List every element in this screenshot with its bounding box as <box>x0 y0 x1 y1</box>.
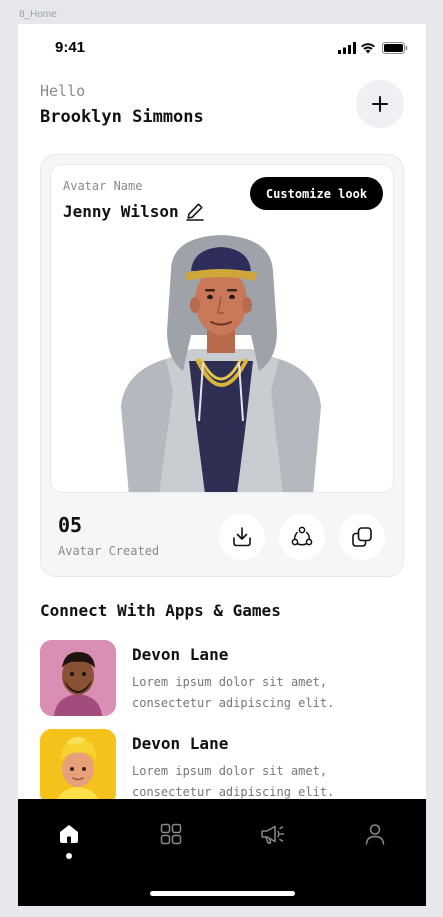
avatar-count: 05 <box>58 513 83 537</box>
list-item-title: Devon Lane <box>132 645 229 664</box>
avatar-card: Avatar Name Jenny Wilson Customize look <box>40 154 404 577</box>
share-icon <box>291 526 313 546</box>
avatar-preview: Avatar Name Jenny Wilson Customize look <box>50 164 394 493</box>
bottom-nav <box>18 799 426 906</box>
avatar-count-label: Avatar Created <box>58 544 160 558</box>
pencil-icon[interactable] <box>185 201 205 221</box>
avatar-name-row: Jenny Wilson <box>63 201 205 221</box>
grid-icon <box>160 823 182 845</box>
copy-button[interactable] <box>339 514 385 560</box>
signal-icon <box>338 42 356 54</box>
user-name: Brooklyn Simmons <box>40 107 204 127</box>
active-indicator <box>66 853 72 859</box>
plus-icon <box>372 96 388 112</box>
status-time: 9:41 <box>55 39 86 56</box>
avatar-thumbnail-image <box>40 640 116 716</box>
copy-icon <box>352 527 372 547</box>
list-item-description: Lorem ipsum dolor sit amet, consectetur … <box>132 764 335 799</box>
share-button[interactable] <box>279 514 325 560</box>
download-icon <box>233 527 251 547</box>
home-screen: 9:41 Hello Brooklyn Simmons Avatar Name <box>18 24 426 906</box>
app-thumbnail <box>40 729 116 805</box>
list-item-title: Devon Lane <box>132 734 229 753</box>
nav-home[interactable] <box>55 820 83 848</box>
greeting-hello: Hello <box>40 82 86 100</box>
nav-announcements[interactable] <box>259 820 287 848</box>
nav-profile[interactable] <box>361 820 389 848</box>
avatar-name-label: Avatar Name <box>63 179 143 193</box>
section-title: Connect With Apps & Games <box>40 601 281 620</box>
home-indicator <box>150 891 295 896</box>
profile-icon <box>365 824 385 845</box>
home-icon <box>60 825 78 843</box>
megaphone-icon <box>261 825 285 844</box>
wifi-icon <box>361 43 375 54</box>
customize-look-button[interactable]: Customize look <box>250 177 383 210</box>
status-bar: 9:41 <box>18 24 426 72</box>
avatar-image <box>121 235 321 492</box>
add-button[interactable] <box>356 80 404 128</box>
avatar-thumbnail-image <box>40 729 116 805</box>
frame-label: 8_Home <box>19 9 57 20</box>
avatar-name: Jenny Wilson <box>63 201 179 221</box>
list-item[interactable]: Devon Lane Lorem ipsum dolor sit amet, c… <box>40 640 404 718</box>
list-item[interactable]: Devon Lane Lorem ipsum dolor sit amet, c… <box>40 729 404 807</box>
battery-icon <box>382 42 408 54</box>
app-thumbnail <box>40 640 116 716</box>
nav-grid[interactable] <box>157 820 185 848</box>
download-button[interactable] <box>219 514 265 560</box>
list-item-description: Lorem ipsum dolor sit amet, consectetur … <box>132 675 335 710</box>
